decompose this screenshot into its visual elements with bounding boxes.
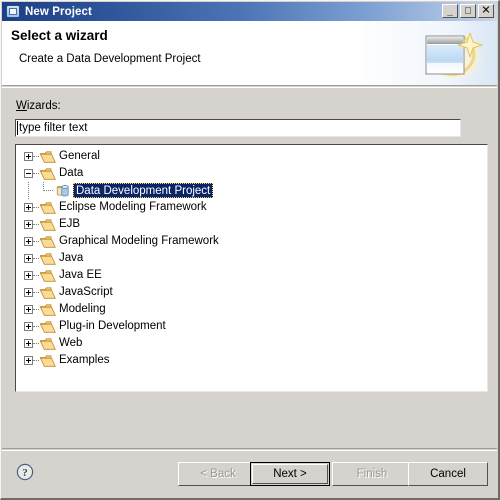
tree-item-label: Examples bbox=[59, 354, 110, 366]
svg-text:?: ? bbox=[22, 467, 28, 479]
tree-item-data[interactable]: Data bbox=[16, 165, 487, 182]
tree-item-label: Graphical Modeling Framework bbox=[59, 235, 219, 247]
finish-button-label: Finish bbox=[356, 468, 388, 480]
dialog-button-bar: ? < Back Next > Finish Cancel bbox=[2, 451, 497, 498]
tree-connector bbox=[33, 241, 39, 243]
tree-item-label: EJB bbox=[59, 218, 81, 230]
tree-item-java[interactable]: Java bbox=[16, 250, 487, 267]
tree-connector bbox=[33, 224, 39, 226]
tree-item-label: JavaScript bbox=[59, 286, 113, 298]
minimize-button[interactable]: _ bbox=[442, 4, 458, 18]
new-project-dialog: New Project _ □ ✕ Select a wizard Create… bbox=[0, 0, 500, 500]
folder-icon bbox=[40, 321, 56, 333]
tree-item-java-ee[interactable]: Java EE bbox=[16, 267, 487, 284]
expand-toggle-icon[interactable] bbox=[24, 254, 33, 263]
tree-item-label: Java EE bbox=[59, 269, 102, 281]
tree-item-label: Plug-in Development bbox=[59, 320, 166, 332]
wizards-tree: General Data Data Development Project Ec… bbox=[16, 145, 487, 369]
wizards-label-rest: izards: bbox=[26, 100, 61, 112]
filter-input[interactable] bbox=[15, 119, 461, 137]
cancel-button[interactable]: Cancel bbox=[408, 462, 488, 486]
help-question-icon[interactable]: ? bbox=[16, 463, 34, 481]
expand-toggle-icon[interactable] bbox=[24, 152, 33, 161]
tree-connector bbox=[33, 258, 39, 260]
finish-button[interactable]: Finish bbox=[332, 462, 412, 486]
folder-icon bbox=[40, 219, 56, 231]
folder-open-icon bbox=[40, 168, 56, 180]
tree-item-label: Eclipse Modeling Framework bbox=[59, 201, 207, 213]
tree-connector bbox=[33, 343, 39, 345]
window-icon bbox=[6, 5, 20, 18]
wizards-tree-panel[interactable]: General Data Data Development Project Ec… bbox=[15, 144, 488, 392]
next-button-label: Next > bbox=[273, 468, 307, 480]
tree-item-label: Data bbox=[59, 167, 84, 179]
tree-item-javascript[interactable]: JavaScript bbox=[16, 284, 487, 301]
tree-item-label-selected: Data Development Project bbox=[73, 183, 214, 198]
close-icon: ✕ bbox=[481, 4, 491, 17]
maximize-icon: □ bbox=[464, 5, 472, 17]
tree-connector bbox=[33, 275, 39, 277]
wizards-label-mnemonic: W bbox=[16, 100, 27, 112]
tree-connector bbox=[33, 326, 39, 328]
page-title: Select a wizard bbox=[11, 28, 108, 43]
maximize-button[interactable]: □ bbox=[460, 4, 476, 18]
database-project-icon bbox=[56, 185, 69, 197]
tree-item-general[interactable]: General bbox=[16, 148, 487, 165]
dialog-body: Wizards: General bbox=[2, 88, 497, 448]
tree-item-label: Java bbox=[59, 252, 84, 264]
collapse-toggle-icon[interactable] bbox=[24, 169, 33, 178]
folder-icon bbox=[40, 202, 56, 214]
page-description: Create a Data Development Project bbox=[19, 53, 201, 65]
expand-toggle-icon[interactable] bbox=[24, 339, 33, 348]
folder-icon bbox=[40, 304, 56, 316]
text-caret bbox=[17, 121, 18, 135]
expand-toggle-icon[interactable] bbox=[24, 356, 33, 365]
window-controls: _ □ ✕ bbox=[442, 4, 494, 18]
expand-toggle-icon[interactable] bbox=[24, 271, 33, 280]
next-button[interactable]: Next > bbox=[250, 462, 330, 486]
wizard-sparkle-window-icon bbox=[425, 32, 486, 83]
folder-icon bbox=[40, 253, 56, 265]
tree-item-graphical-modeling-framework[interactable]: Graphical Modeling Framework bbox=[16, 233, 487, 250]
tree-item-data-development-project[interactable]: Data Development Project bbox=[16, 182, 487, 199]
tree-connector bbox=[28, 182, 30, 199]
tree-item-modeling[interactable]: Modeling bbox=[16, 301, 487, 318]
expand-toggle-icon[interactable] bbox=[24, 322, 33, 331]
tree-item-web[interactable]: Web bbox=[16, 335, 487, 352]
expand-toggle-icon[interactable] bbox=[24, 305, 33, 314]
back-button-label: < Back bbox=[200, 468, 236, 480]
window-title: New Project bbox=[25, 5, 92, 18]
close-button[interactable]: ✕ bbox=[478, 4, 494, 18]
tree-connector bbox=[33, 207, 39, 209]
tree-connector bbox=[33, 156, 39, 158]
tree-item-label: Modeling bbox=[59, 303, 106, 315]
tree-item-examples[interactable]: Examples bbox=[16, 352, 487, 369]
tree-connector bbox=[33, 292, 39, 294]
expand-toggle-icon[interactable] bbox=[24, 288, 33, 297]
title-bar[interactable]: New Project _ □ ✕ bbox=[2, 2, 497, 21]
folder-icon bbox=[40, 270, 56, 282]
expand-toggle-icon[interactable] bbox=[24, 220, 33, 229]
tree-item-eclipse-modeling-framework[interactable]: Eclipse Modeling Framework bbox=[16, 199, 487, 216]
expand-toggle-icon[interactable] bbox=[24, 203, 33, 212]
folder-icon bbox=[40, 236, 56, 248]
tree-connector bbox=[33, 360, 39, 362]
cancel-button-label: Cancel bbox=[430, 468, 466, 480]
tree-connector bbox=[33, 309, 39, 311]
wizards-label: Wizards: bbox=[16, 100, 61, 112]
wizard-header: Select a wizard Create a Data Developmen… bbox=[2, 21, 497, 85]
expand-toggle-icon[interactable] bbox=[24, 237, 33, 246]
minimize-icon: _ bbox=[447, 6, 453, 17]
tree-connector bbox=[44, 190, 53, 192]
tree-item-plug-in-development[interactable]: Plug-in Development bbox=[16, 318, 487, 335]
folder-icon bbox=[40, 355, 56, 367]
tree-item-label: General bbox=[59, 150, 100, 162]
back-button[interactable]: < Back bbox=[178, 462, 258, 486]
folder-icon bbox=[40, 338, 56, 350]
tree-item-ejb[interactable]: EJB bbox=[16, 216, 487, 233]
tree-item-label: Web bbox=[59, 337, 83, 349]
tree-connector bbox=[33, 173, 39, 175]
folder-icon bbox=[40, 287, 56, 299]
folder-icon bbox=[40, 151, 56, 163]
